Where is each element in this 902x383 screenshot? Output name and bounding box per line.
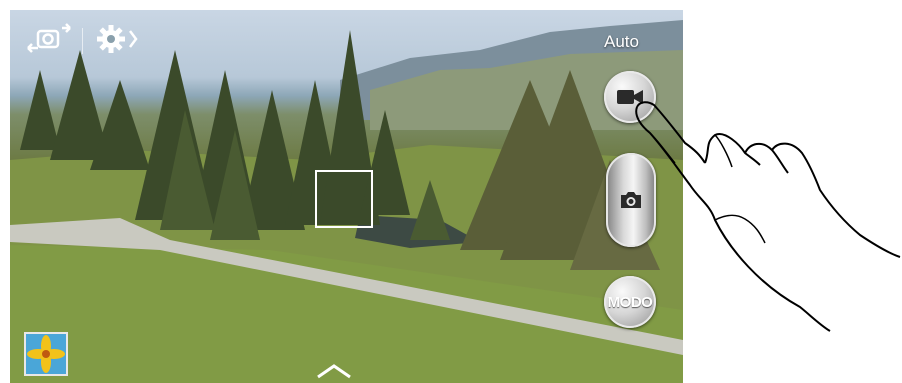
switch-camera-icon[interactable] (24, 22, 74, 58)
gallery-thumbnail[interactable] (24, 332, 68, 376)
focus-frame (315, 170, 373, 228)
gallery-thumbnail-image (26, 334, 66, 374)
settings-gear-icon[interactable] (95, 22, 143, 56)
scene-mode-label[interactable]: Auto (604, 32, 639, 52)
chevron-up-icon[interactable] (314, 362, 354, 380)
pointing-hand-illustration (635, 101, 901, 332)
toolbar-divider (82, 28, 83, 54)
camera-viewfinder[interactable]: Auto MODO (10, 10, 683, 383)
